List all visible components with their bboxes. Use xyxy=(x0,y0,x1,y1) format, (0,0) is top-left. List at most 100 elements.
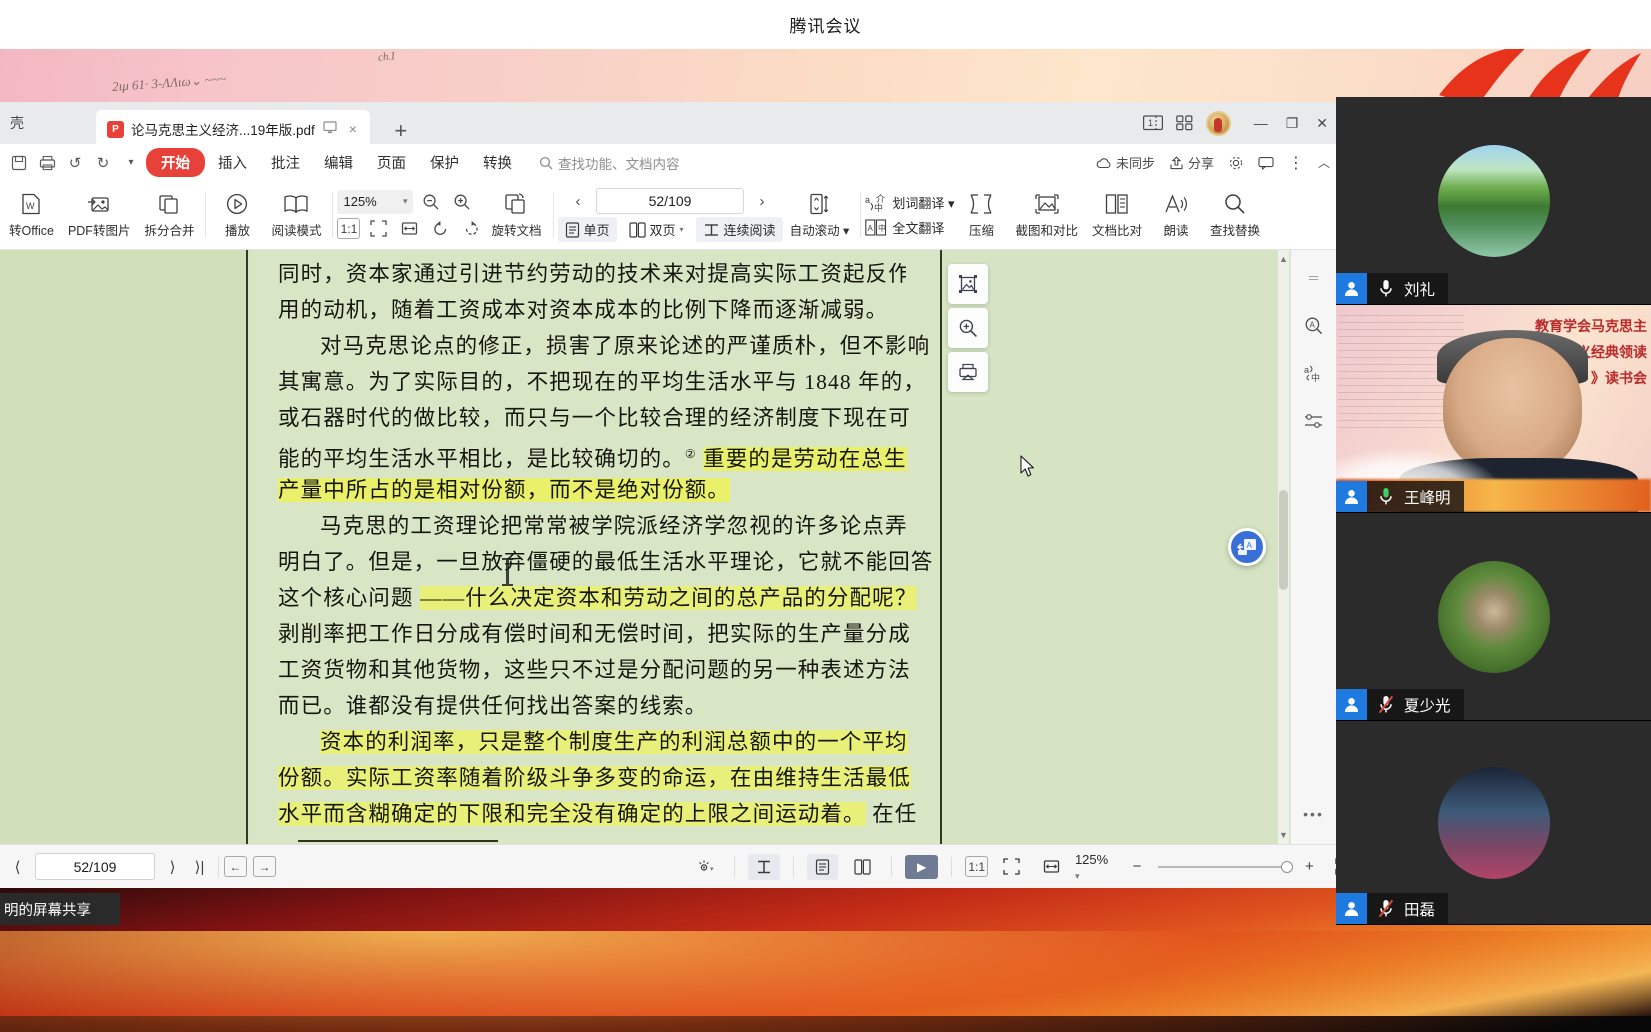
status-play-button[interactable]: ▶ xyxy=(904,854,939,879)
menu-tab-page[interactable]: 页面 xyxy=(366,149,417,176)
zoom-out-button[interactable] xyxy=(418,190,444,214)
first-page-button[interactable]: ⟨ xyxy=(4,853,31,880)
scroll-down-arrow[interactable]: ▼ xyxy=(1279,830,1288,840)
undo-icon[interactable]: ↺ xyxy=(62,150,88,176)
next-page-button[interactable]: ⟩ xyxy=(159,853,186,880)
participant-tile[interactable]: 田磊 xyxy=(1336,721,1651,925)
ribbon-screenshot-compare[interactable]: 截图和对比 xyxy=(1008,184,1085,246)
ribbon-rotate-document[interactable]: 旋转文档 xyxy=(484,184,548,246)
forward-button[interactable]: → xyxy=(253,856,276,877)
redo-icon[interactable]: ↻ xyxy=(90,150,116,176)
menu-tab-start[interactable]: 开始 xyxy=(146,148,205,177)
document-viewport[interactable]: 同时，资本家通过引进节约劳动的技术来对提高实际工资起反作 用的动机，随着工资成本… xyxy=(0,250,1336,844)
word-translate-button[interactable]: a介中 划词翻译 ▾ xyxy=(865,193,954,212)
zoom-slider-knob[interactable] xyxy=(1281,860,1294,873)
screen-share-taskbar-label[interactable]: 明的屏幕共享 xyxy=(0,893,120,925)
status-zoom-value[interactable]: 125% ▾ xyxy=(1075,852,1116,882)
collapse-ribbon-icon[interactable]: ︿ xyxy=(1318,154,1330,171)
ribbon-read-mode[interactable]: 阅读模式 xyxy=(264,184,328,246)
ribbon-split-merge[interactable]: 拆分合并 xyxy=(137,184,201,246)
close-window-button[interactable]: ✕ xyxy=(1316,115,1328,132)
actual-size-button[interactable]: 1:1 xyxy=(337,218,361,239)
avatar xyxy=(1437,560,1550,673)
rotate-right-icon[interactable] xyxy=(458,217,484,241)
rotate-left-icon[interactable] xyxy=(427,217,453,241)
settings-gear-icon[interactable] xyxy=(1228,155,1244,171)
quick-access-more-icon[interactable]: ▾ xyxy=(118,150,144,176)
zoom-select[interactable]: 125% ▾ xyxy=(337,189,414,214)
status-single-page-button[interactable] xyxy=(806,853,839,880)
page-indicator-input[interactable]: 52/109 xyxy=(596,188,745,214)
share-button[interactable]: 分享 xyxy=(1169,153,1214,172)
last-page-button[interactable]: ⟩| xyxy=(186,853,213,880)
search-in-doc-icon[interactable]: A xyxy=(1299,312,1329,338)
save-icon[interactable] xyxy=(6,150,32,176)
ribbon-find-replace[interactable]: 查找替换 xyxy=(1203,184,1267,246)
zoom-area-tool[interactable] xyxy=(948,308,988,348)
menu-tab-protect[interactable]: 保护 xyxy=(419,149,470,176)
scroll-thumb[interactable] xyxy=(1279,490,1288,590)
scroll-up-arrow[interactable]: ▲ xyxy=(1279,254,1288,264)
status-fit-width-button[interactable] xyxy=(1035,854,1066,880)
status-fit-page-button[interactable] xyxy=(996,854,1027,880)
previous-tab[interactable]: 壳 xyxy=(0,102,96,144)
participant-tile[interactable]: 夏少光 xyxy=(1336,513,1651,721)
menu-tab-edit[interactable]: 编辑 xyxy=(313,149,364,176)
menu-tab-insert[interactable]: 插入 xyxy=(207,149,258,176)
translate-document-fab[interactable]: A xyxy=(1228,528,1266,566)
fit-width-icon[interactable] xyxy=(396,217,422,241)
menu-tab-annotate[interactable]: 批注 xyxy=(260,149,311,176)
view-single-page-button[interactable]: 单页 xyxy=(557,217,617,242)
ribbon-pdf-to-image[interactable]: PDF转图片 xyxy=(61,184,138,246)
cast-icon[interactable] xyxy=(322,121,338,137)
print-area-tool[interactable] xyxy=(948,352,988,392)
view-double-page-button[interactable]: 双页 ▾ xyxy=(622,217,691,242)
status-zoom-in-button[interactable]: + xyxy=(1296,853,1323,880)
prev-page-button[interactable]: ‹ xyxy=(565,189,591,213)
ribbon-read-aloud[interactable]: 朗读 xyxy=(1149,184,1203,246)
ribbon-compress[interactable]: 压缩 xyxy=(954,184,1008,246)
single-view-icon[interactable]: 1 xyxy=(1142,115,1163,131)
minimize-button[interactable]: — xyxy=(1254,115,1268,131)
more-dots-icon[interactable]: ⋮ xyxy=(1288,153,1304,173)
translate-icon[interactable]: a中 xyxy=(1299,360,1329,386)
menu-tab-convert[interactable]: 转换 xyxy=(472,149,523,176)
full-translate-button[interactable]: A中 全文翻译 xyxy=(865,218,954,237)
document-tab[interactable]: P 论马克思主义经济...19年版.pdf × xyxy=(96,110,370,148)
zoom-slider[interactable] xyxy=(1158,860,1294,873)
next-page-button[interactable]: › xyxy=(749,189,775,213)
ribbon-play[interactable]: 播放 xyxy=(210,184,264,246)
participant-tile[interactable]: 教育学会马克思主 义经典领读 》读书会 王峰明 xyxy=(1336,305,1651,513)
status-zoom-out-button[interactable]: − xyxy=(1124,853,1151,880)
document-scrollbar[interactable]: ▲ ▼ xyxy=(1278,250,1289,844)
back-button[interactable]: ← xyxy=(224,856,247,877)
search-input[interactable]: 查找功能、文档内容 xyxy=(539,153,680,173)
doc-line: 对马克思论点的修正，损害了原来论述的严谨质朴，但不影响 xyxy=(320,334,931,358)
account-avatar[interactable] xyxy=(1205,110,1231,136)
close-tab-icon[interactable]: × xyxy=(345,121,361,137)
status-actual-size-button[interactable]: 1:1 xyxy=(965,856,988,877)
status-double-page-button[interactable] xyxy=(846,854,877,880)
participant-tile[interactable]: 刘礼 xyxy=(1336,97,1651,305)
sync-status-button[interactable]: 未同步 xyxy=(1096,153,1155,172)
fit-page-icon[interactable] xyxy=(365,217,391,241)
restore-button[interactable]: ❐ xyxy=(1286,115,1299,132)
reading-theme-button[interactable]: ▾ xyxy=(690,854,721,880)
status-continuous-button[interactable] xyxy=(748,853,780,880)
ribbon-auto-scroll[interactable]: 自动滚动 ▾ xyxy=(783,184,857,246)
ribbon-to-office[interactable]: W 转Office xyxy=(2,184,61,246)
new-tab-button[interactable]: + xyxy=(386,118,416,144)
view-continuous-button[interactable]: 连续阅读 xyxy=(695,217,783,242)
pdf-page-content[interactable]: 同时，资本家通过引进节约劳动的技术来对提高实际工资起反作 用的动机，随着工资成本… xyxy=(250,250,942,844)
zoom-in-button[interactable] xyxy=(449,190,475,214)
rail-more-dots-icon[interactable]: ••• xyxy=(1303,806,1324,822)
full-translate-icon: A中 xyxy=(865,218,887,236)
settings-sliders-icon[interactable] xyxy=(1299,408,1329,434)
comment-icon[interactable] xyxy=(1258,156,1274,170)
print-icon[interactable] xyxy=(34,150,60,176)
status-page-indicator[interactable]: 52/109 xyxy=(35,853,155,880)
grid-icon[interactable] xyxy=(1175,115,1193,131)
menu-right-tools: 未同步 分享 ⋮ ︿ xyxy=(1096,144,1330,181)
image-extract-tool[interactable] xyxy=(948,264,988,304)
ribbon-doc-compare[interactable]: 文档比对 xyxy=(1085,184,1149,246)
